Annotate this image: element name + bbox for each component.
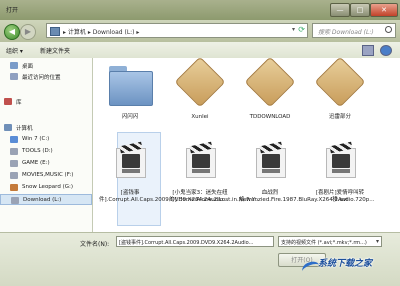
drive-icon — [10, 160, 18, 167]
forward-button[interactable]: ▶ — [20, 24, 36, 40]
filename-label: 文件名(N): — [80, 241, 110, 248]
arrow-right-icon: ▶ — [24, 27, 32, 36]
file-item[interactable]: [小鬼当家3：迷失在纽约].Home.Alone.2.Lost.in.New.Y… — [169, 136, 260, 228]
search-input[interactable]: 搜索 Download (L:) — [312, 23, 396, 38]
file-item[interactable]: Xunlei — [169, 56, 231, 130]
arrow-left-icon: ◀ — [8, 27, 16, 36]
toolbar: 组织 ▾ 新建文件夹 — [0, 42, 400, 59]
minimize-button[interactable]: — — [330, 3, 350, 17]
computer-icon — [4, 124, 12, 131]
help-icon[interactable] — [380, 45, 392, 56]
filetype-select[interactable]: 支持的视频文件 (*.avi;*.mkv;*.rm...) ▾ — [278, 236, 382, 247]
nav-item-drive-g[interactable]: Snow Leopard (G:) — [0, 182, 92, 193]
folder-icon — [174, 56, 226, 108]
back-button[interactable]: ◀ — [4, 24, 20, 40]
open-file-dialog: 打开 — □ ✕ ◀ ▶ ▸ 计算机 ▸ Download (L:) ▸ ▾ ⟳… — [0, 0, 400, 286]
window-title: 打开 — [6, 7, 19, 14]
drive-windows-icon — [10, 136, 18, 143]
drive-icon — [11, 197, 19, 204]
file-item[interactable]: [喜剧片]爱情呼叫转移.avi — [309, 136, 371, 228]
file-item[interactable]: TDDOWNLOAD — [239, 56, 301, 130]
folder-icon — [244, 56, 296, 108]
filename-field[interactable]: [盗钱事件].Corrupt.All.Caps.2009.DVD9.X264.2… — [116, 236, 274, 247]
file-item[interactable]: 闪闪闪 — [99, 60, 161, 130]
filetype-value: 支持的视频文件 (*.avi;*.mkv;*.rm...) — [281, 240, 367, 246]
recent-places-icon — [10, 73, 18, 80]
file-item[interactable]: 迅雷部分 — [309, 56, 371, 130]
nav-item-drive-e[interactable]: GAME (E:) — [0, 158, 92, 169]
title-bar: 打开 — □ ✕ — [0, 0, 400, 21]
library-icon — [4, 98, 12, 105]
drive-icon — [10, 184, 18, 191]
new-folder-button[interactable]: 新建文件夹 — [40, 46, 70, 55]
video-file-icon — [182, 141, 220, 180]
view-icon[interactable] — [362, 45, 374, 56]
drive-icon — [10, 172, 18, 179]
nav-item-recent[interactable]: 最近访问的位置 — [0, 71, 92, 82]
nav-item-drive-d[interactable]: TOOLS (D:) — [0, 146, 92, 157]
file-list: 闪闪闪 Xunlei TDDOWNLOAD 迅雷部分 [盗钱事件].Corrup… — [93, 56, 400, 232]
computer-icon — [50, 27, 60, 36]
file-item[interactable]: [盗钱事件].Corrupt.All.Caps.2009.DVD9.X264.2… — [99, 136, 228, 228]
address-path: ▸ 计算机 ▸ Download (L:) ▸ — [63, 29, 140, 36]
drive-icon — [10, 148, 18, 155]
video-file-icon — [322, 141, 360, 180]
refresh-icon[interactable]: ⟳ — [298, 25, 305, 34]
chevron-down-icon[interactable]: ▾ — [292, 26, 295, 33]
nav-item-desktop[interactable]: 桌面 — [0, 60, 92, 71]
desktop-icon — [10, 62, 18, 69]
search-placeholder: 搜索 Download (L:) — [318, 29, 374, 36]
nav-item-drive-l[interactable]: Download (L:) — [0, 194, 92, 205]
video-file-icon — [112, 141, 150, 180]
video-file-icon — [252, 141, 290, 180]
file-item[interactable]: 血战烈焰.Frenzied.Fire.1987.BluRay.X264.2Aud… — [239, 136, 374, 228]
nav-item-drive-c[interactable]: Win 7 (C:) — [0, 134, 92, 145]
close-button[interactable]: ✕ — [370, 3, 398, 17]
folder-icon — [314, 56, 366, 108]
address-row: ◀ ▶ ▸ 计算机 ▸ Download (L:) ▸ ▾ ⟳ 搜索 Downl… — [0, 20, 400, 42]
nav-item-computer[interactable]: 计算机 — [0, 122, 92, 133]
maximize-button[interactable]: □ — [350, 3, 370, 17]
filename-value: [盗钱事件].Corrupt.All.Caps.2009.DVD9.X264.2… — [119, 240, 254, 246]
address-bar[interactable]: ▸ 计算机 ▸ Download (L:) ▸ ▾ ⟳ — [46, 23, 308, 38]
navigation-pane: 桌面 最近访问的位置 库 计算机 Win 7 (C:) TOOLS (D:) G… — [0, 58, 93, 232]
watermark-logo: 系统下载之家 — [318, 259, 373, 269]
nav-item-drive-f[interactable]: MOVIES,MUSIC (F:) — [0, 170, 92, 181]
organize-button[interactable]: 组织 ▾ — [6, 46, 23, 55]
chevron-down-icon: ▾ — [375, 238, 379, 245]
nav-item-libraries[interactable]: 库 — [0, 96, 92, 107]
search-icon — [385, 26, 392, 33]
folder-icon — [109, 66, 153, 106]
